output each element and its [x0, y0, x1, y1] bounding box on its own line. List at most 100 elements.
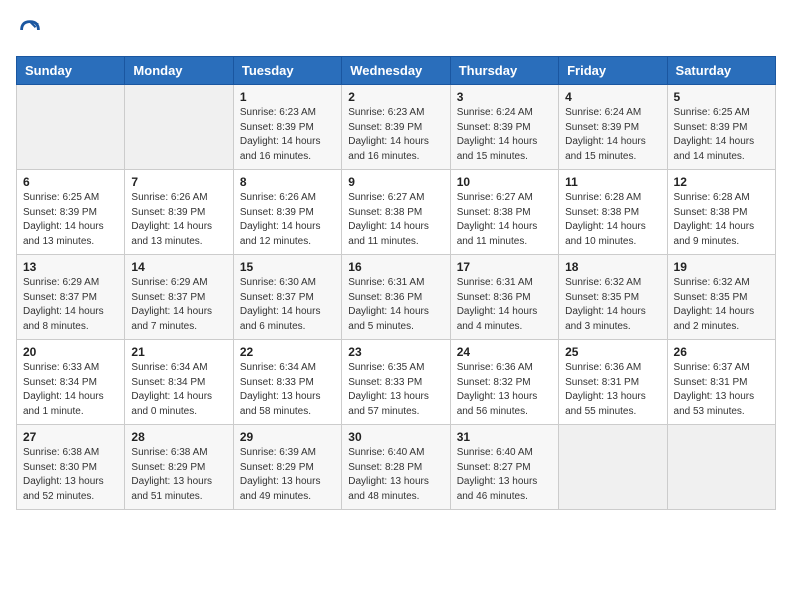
day-info: Sunrise: 6:25 AM Sunset: 8:39 PM Dayligh… [23, 191, 118, 249]
day-cell: 24Sunrise: 6:36 AM Sunset: 8:32 PM Dayli… [450, 340, 558, 425]
day-cell: 13 Sunrise: 6:29 AM Sunset: 8:37 PM Dayli… [17, 255, 125, 340]
day-info: Sunrise: 6:35 AM Sunset: 8:33 PM Dayligh… [348, 361, 443, 419]
day-info: Sunrise: 6:26 AM Sunset: 8:39 PM Dayligh… [131, 191, 226, 249]
day-cell: 31 Sunrise: 6:40 AM Sunset: 8:27 PM Dayli… [450, 425, 558, 510]
day-cell: 26 Sunrise: 6:37 AM Sunset: 8:31 PM Dayli… [667, 340, 775, 425]
day-info: Sunrise: 6:31 AM Sunset: 8:36 PM Dayligh… [457, 276, 552, 334]
day-cell: 9 Sunrise: 6:27 AM Sunset: 8:38 PM Daylig… [342, 170, 450, 255]
day-number: 14 [131, 260, 226, 274]
day-cell: 29 Sunrise: 6:39 AM Sunset: 8:29 PM Dayli… [233, 425, 341, 510]
day-cell: 19Sunrise: 6:32 AM Sunset: 8:35 PM Dayli… [667, 255, 775, 340]
day-cell: 14 Sunrise: 6:29 AM Sunset: 8:37 PM Dayli… [125, 255, 233, 340]
day-info: Sunrise: 6:23 AM Sunset: 8:39 PM Dayligh… [240, 106, 335, 164]
logo-icon [16, 16, 44, 44]
day-number: 22 [240, 345, 335, 359]
day-number: 26 [674, 345, 769, 359]
day-number: 1 [240, 90, 335, 104]
day-number: 17 [457, 260, 552, 274]
day-cell: 27Sunrise: 6:38 AM Sunset: 8:30 PM Dayli… [17, 425, 125, 510]
day-cell: 5 Sunrise: 6:25 AM Sunset: 8:39 PM Daylig… [667, 85, 775, 170]
day-cell [17, 85, 125, 170]
day-info: Sunrise: 6:26 AM Sunset: 8:39 PM Dayligh… [240, 191, 335, 249]
day-number: 4 [565, 90, 660, 104]
weekday-header-thursday: Thursday [450, 57, 558, 85]
day-number: 20 [23, 345, 118, 359]
week-row-1: 1 Sunrise: 6:23 AM Sunset: 8:39 PM Daylig… [17, 85, 776, 170]
day-number: 3 [457, 90, 552, 104]
day-number: 13 [23, 260, 118, 274]
day-info: Sunrise: 6:33 AM Sunset: 8:34 PM Dayligh… [23, 361, 118, 419]
day-info: Sunrise: 6:28 AM Sunset: 8:38 PM Dayligh… [565, 191, 660, 249]
day-cell: 20 Sunrise: 6:33 AM Sunset: 8:34 PM Dayli… [17, 340, 125, 425]
page-header [16, 16, 776, 44]
day-cell: 17 Sunrise: 6:31 AM Sunset: 8:36 PM Dayli… [450, 255, 558, 340]
day-cell: 22 Sunrise: 6:34 AM Sunset: 8:33 PM Dayli… [233, 340, 341, 425]
logo [16, 16, 48, 44]
day-number: 9 [348, 175, 443, 189]
day-number: 28 [131, 430, 226, 444]
day-info: Sunrise: 6:34 AM Sunset: 8:33 PM Dayligh… [240, 361, 335, 419]
weekday-header-sunday: Sunday [17, 57, 125, 85]
day-number: 30 [348, 430, 443, 444]
day-number: 10 [457, 175, 552, 189]
day-info: Sunrise: 6:36 AM Sunset: 8:32 PM Dayligh… [457, 361, 552, 419]
day-cell: 15 Sunrise: 6:30 AM Sunset: 8:37 PM Dayli… [233, 255, 341, 340]
day-cell: 18Sunrise: 6:32 AM Sunset: 8:35 PM Dayli… [559, 255, 667, 340]
day-cell: 4Sunrise: 6:24 AM Sunset: 8:39 PM Daylig… [559, 85, 667, 170]
day-number: 6 [23, 175, 118, 189]
day-info: Sunrise: 6:39 AM Sunset: 8:29 PM Dayligh… [240, 446, 335, 504]
day-info: Sunrise: 6:24 AM Sunset: 8:39 PM Dayligh… [457, 106, 552, 164]
weekday-header-wednesday: Wednesday [342, 57, 450, 85]
day-cell: 25Sunrise: 6:36 AM Sunset: 8:31 PM Dayli… [559, 340, 667, 425]
day-info: Sunrise: 6:36 AM Sunset: 8:31 PM Dayligh… [565, 361, 660, 419]
day-number: 12 [674, 175, 769, 189]
day-info: Sunrise: 6:27 AM Sunset: 8:38 PM Dayligh… [348, 191, 443, 249]
day-info: Sunrise: 6:37 AM Sunset: 8:31 PM Dayligh… [674, 361, 769, 419]
day-number: 11 [565, 175, 660, 189]
day-number: 15 [240, 260, 335, 274]
day-cell: 30 Sunrise: 6:40 AM Sunset: 8:28 PM Dayli… [342, 425, 450, 510]
day-number: 8 [240, 175, 335, 189]
day-cell: 6 Sunrise: 6:25 AM Sunset: 8:39 PM Daylig… [17, 170, 125, 255]
day-cell: 12 Sunrise: 6:28 AM Sunset: 8:38 PM Dayli… [667, 170, 775, 255]
calendar-table: SundayMondayTuesdayWednesdayThursdayFrid… [16, 56, 776, 510]
day-cell [667, 425, 775, 510]
day-cell: 23Sunrise: 6:35 AM Sunset: 8:33 PM Dayli… [342, 340, 450, 425]
day-number: 31 [457, 430, 552, 444]
day-cell: 8 Sunrise: 6:26 AM Sunset: 8:39 PM Daylig… [233, 170, 341, 255]
week-row-4: 20 Sunrise: 6:33 AM Sunset: 8:34 PM Dayli… [17, 340, 776, 425]
day-info: Sunrise: 6:30 AM Sunset: 8:37 PM Dayligh… [240, 276, 335, 334]
day-cell: 3 Sunrise: 6:24 AM Sunset: 8:39 PM Daylig… [450, 85, 558, 170]
day-number: 16 [348, 260, 443, 274]
day-number: 29 [240, 430, 335, 444]
day-cell: 11 Sunrise: 6:28 AM Sunset: 8:38 PM Dayli… [559, 170, 667, 255]
day-cell: 21Sunrise: 6:34 AM Sunset: 8:34 PM Dayli… [125, 340, 233, 425]
day-number: 5 [674, 90, 769, 104]
day-number: 21 [131, 345, 226, 359]
day-info: Sunrise: 6:29 AM Sunset: 8:37 PM Dayligh… [131, 276, 226, 334]
weekday-header-row: SundayMondayTuesdayWednesdayThursdayFrid… [17, 57, 776, 85]
day-cell: 28 Sunrise: 6:38 AM Sunset: 8:29 PM Dayli… [125, 425, 233, 510]
day-info: Sunrise: 6:25 AM Sunset: 8:39 PM Dayligh… [674, 106, 769, 164]
day-info: Sunrise: 6:29 AM Sunset: 8:37 PM Dayligh… [23, 276, 118, 334]
day-info: Sunrise: 6:31 AM Sunset: 8:36 PM Dayligh… [348, 276, 443, 334]
day-info: Sunrise: 6:23 AM Sunset: 8:39 PM Dayligh… [348, 106, 443, 164]
day-cell: 1 Sunrise: 6:23 AM Sunset: 8:39 PM Daylig… [233, 85, 341, 170]
day-info: Sunrise: 6:40 AM Sunset: 8:28 PM Dayligh… [348, 446, 443, 504]
weekday-header-saturday: Saturday [667, 57, 775, 85]
weekday-header-monday: Monday [125, 57, 233, 85]
day-info: Sunrise: 6:38 AM Sunset: 8:29 PM Dayligh… [131, 446, 226, 504]
day-number: 2 [348, 90, 443, 104]
day-number: 18 [565, 260, 660, 274]
weekday-header-friday: Friday [559, 57, 667, 85]
week-row-2: 6 Sunrise: 6:25 AM Sunset: 8:39 PM Daylig… [17, 170, 776, 255]
day-cell: 16 Sunrise: 6:31 AM Sunset: 8:36 PM Dayli… [342, 255, 450, 340]
day-info: Sunrise: 6:38 AM Sunset: 8:30 PM Dayligh… [23, 446, 118, 504]
week-row-5: 27Sunrise: 6:38 AM Sunset: 8:30 PM Dayli… [17, 425, 776, 510]
day-info: Sunrise: 6:27 AM Sunset: 8:38 PM Dayligh… [457, 191, 552, 249]
day-info: Sunrise: 6:32 AM Sunset: 8:35 PM Dayligh… [674, 276, 769, 334]
day-info: Sunrise: 6:28 AM Sunset: 8:38 PM Dayligh… [674, 191, 769, 249]
week-row-3: 13 Sunrise: 6:29 AM Sunset: 8:37 PM Dayli… [17, 255, 776, 340]
day-info: Sunrise: 6:40 AM Sunset: 8:27 PM Dayligh… [457, 446, 552, 504]
day-cell [125, 85, 233, 170]
